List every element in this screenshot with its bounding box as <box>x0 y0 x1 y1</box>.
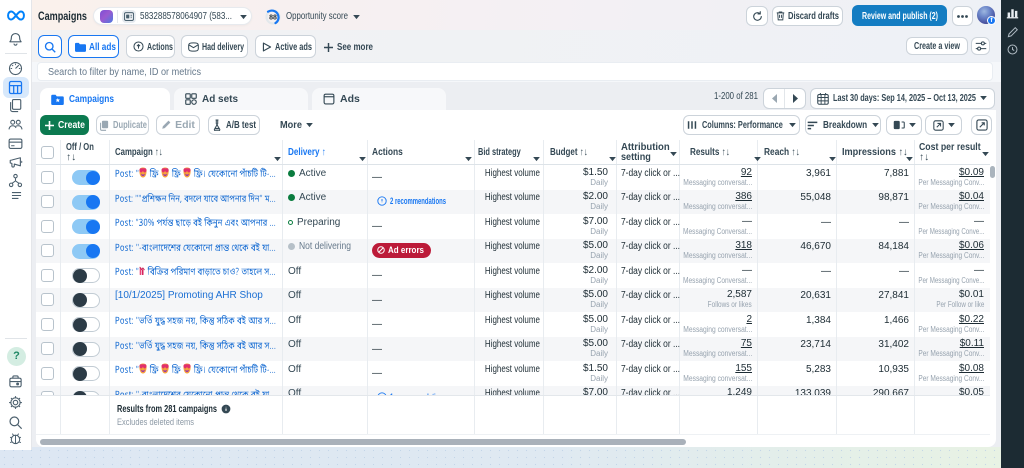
svg-text:88: 88 <box>269 14 277 21</box>
